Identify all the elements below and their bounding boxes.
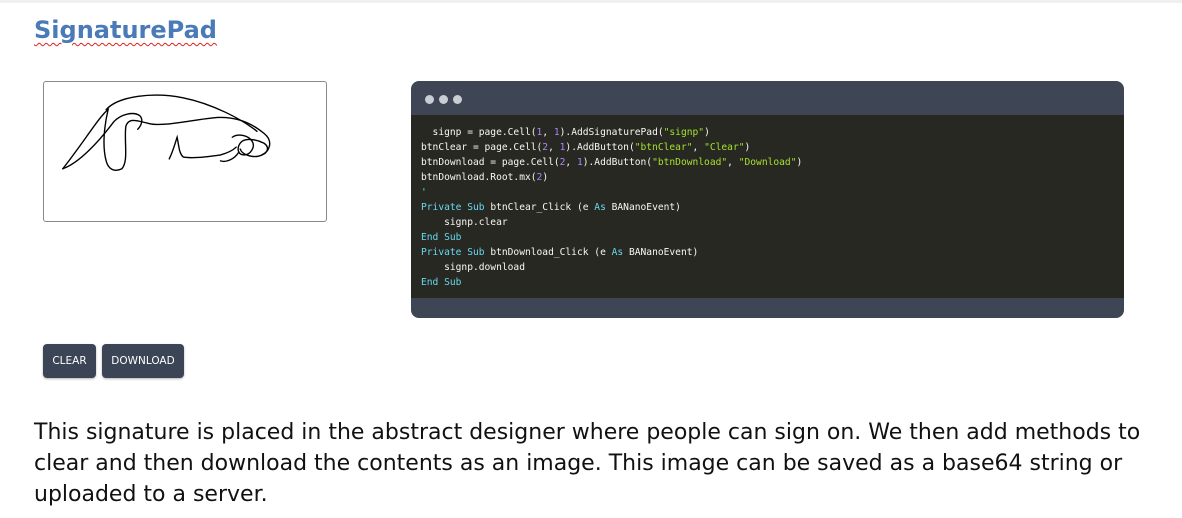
code-token: btnDownload_Click (e <box>484 247 612 258</box>
code-token: "btnDownload" <box>652 157 728 168</box>
code-token: , <box>692 142 705 153</box>
code-token: ).AddButton( <box>582 157 653 168</box>
code-token: btnClear_Click (e <box>484 202 595 213</box>
clear-button[interactable]: CLEAR <box>43 344 96 378</box>
code-line: Private Sub btnClear_Click (e As BANanoE… <box>421 200 1124 215</box>
code-token: Sub <box>444 232 462 243</box>
code-line: btnDownload = page.Cell(2, 1).AddButton(… <box>421 155 1124 170</box>
code-token: "btnClear" <box>634 142 693 153</box>
code-token: btnDownload = page.Cell( <box>421 157 560 168</box>
code-token: , <box>727 157 739 168</box>
code-window: signp = page.Cell(1, 1).AddSignaturePad(… <box>411 81 1124 318</box>
code-token: , <box>565 157 577 168</box>
code-line: Private Sub btnDownload_Click (e As BANa… <box>421 245 1124 260</box>
code-token: ) <box>796 157 803 168</box>
window-dot-icon <box>453 95 462 104</box>
code-line: signp = page.Cell(1, 1).AddSignaturePad(… <box>421 125 1124 140</box>
code-block: signp = page.Cell(1, 1).AddSignaturePad(… <box>411 115 1124 298</box>
signature-pad[interactable] <box>43 81 327 222</box>
top-border <box>0 0 1182 3</box>
window-dot-icon <box>439 95 448 104</box>
code-token: ' <box>421 187 427 198</box>
download-button[interactable]: DOWNLOAD <box>102 344 184 378</box>
code-token: ).AddButton( <box>565 142 635 153</box>
code-token: BANanoEvent) <box>605 202 681 213</box>
code-line: End Sub <box>421 275 1124 290</box>
code-token: btnDownload.Root.mx( <box>421 172 537 183</box>
code-token: "Clear" <box>704 142 745 153</box>
code-token: btnClear = page.Cell( <box>421 142 543 153</box>
code-line: btnDownload.Root.mx(2) <box>421 170 1124 185</box>
page-title: SignaturePad <box>34 16 217 44</box>
window-dot-icon <box>425 95 434 104</box>
code-token: ) <box>744 142 751 153</box>
signature-drawing <box>62 94 271 171</box>
code-token: , <box>548 142 560 153</box>
code-token: signp = page.Cell( <box>421 127 537 138</box>
code-line: ' <box>421 185 1124 200</box>
code-token: Private <box>421 202 462 213</box>
code-token: As <box>611 247 624 258</box>
code-token: Sub <box>467 247 485 258</box>
code-token: ).AddSignaturePad( <box>559 127 664 138</box>
code-token: Private <box>421 247 462 258</box>
code-token: "Download" <box>738 157 797 168</box>
code-token: Sub <box>467 202 485 213</box>
window-controls <box>425 95 462 104</box>
code-line: signp.clear <box>421 215 1124 230</box>
code-token: End <box>421 277 439 288</box>
description-paragraph: This signature is placed in the abstract… <box>34 420 1141 507</box>
code-token: ) <box>542 172 549 183</box>
code-token: BANanoEvent) <box>623 247 699 258</box>
code-line: End Sub <box>421 230 1124 245</box>
code-token: Sub <box>444 277 462 288</box>
code-token: signp.clear <box>421 217 508 228</box>
code-token: End <box>421 232 439 243</box>
code-token: "signp" <box>663 127 705 138</box>
code-token: ) <box>704 127 710 138</box>
code-token: As <box>594 202 606 213</box>
code-token: signp.download <box>421 262 525 273</box>
code-line: signp.download <box>421 260 1124 275</box>
code-token: , <box>542 127 554 138</box>
code-line: btnClear = page.Cell(2, 1).AddButton("bt… <box>421 140 1124 155</box>
button-row: CLEAR DOWNLOAD <box>43 344 184 378</box>
